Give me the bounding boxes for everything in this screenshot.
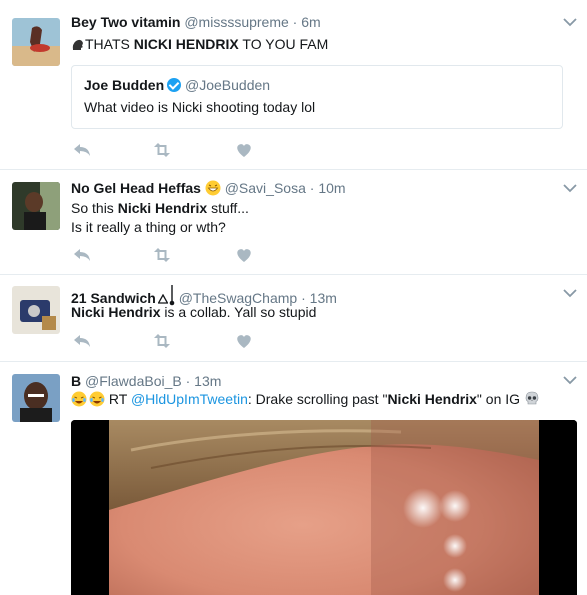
heart-icon[interactable] bbox=[233, 246, 255, 264]
retweet-icon[interactable] bbox=[151, 141, 173, 159]
chevron-down-icon[interactable] bbox=[563, 375, 577, 385]
tweet-text-line: Is it really a thing or wth? bbox=[71, 219, 226, 235]
display-name[interactable]: No Gel Head Heffas bbox=[71, 180, 221, 196]
bold-text: Nicki Hendrix bbox=[71, 304, 161, 320]
chevron-down-icon[interactable] bbox=[563, 288, 577, 298]
tweet-text: RT @HldUpImTweetin: Drake scrolling past… bbox=[71, 390, 540, 409]
quoted-display-name[interactable]: Joe Budden bbox=[84, 77, 164, 93]
tweet-media-video[interactable] bbox=[71, 420, 577, 595]
quoted-username[interactable]: @JoeBudden bbox=[185, 77, 270, 93]
username[interactable]: @missssupreme bbox=[184, 14, 288, 30]
tweet[interactable]: No Gel Head Heffas @Savi_Sosa · 10m So t… bbox=[0, 170, 587, 275]
username[interactable]: @Savi_Sosa bbox=[225, 180, 306, 196]
mention-link[interactable]: @HldUpImTweetin bbox=[131, 391, 248, 407]
warning-triangle-icon bbox=[157, 291, 169, 304]
avatar[interactable] bbox=[12, 182, 60, 230]
tweet-header: Bey Two vitamin @missssupreme · 6m bbox=[71, 14, 321, 30]
reply-icon[interactable] bbox=[71, 246, 93, 264]
heart-icon[interactable] bbox=[233, 141, 255, 159]
tweet-text-line: So this Nicki Hendrix stuff... bbox=[71, 200, 249, 216]
avatar[interactable] bbox=[12, 18, 60, 66]
reply-icon[interactable] bbox=[71, 141, 93, 159]
grinning-emoji-icon bbox=[205, 180, 221, 196]
display-name[interactable]: B bbox=[71, 373, 81, 389]
timestamp[interactable]: 13m bbox=[194, 373, 221, 389]
retweet-icon[interactable] bbox=[151, 246, 173, 264]
display-name[interactable]: Bey Two vitamin bbox=[71, 14, 180, 30]
timestamp[interactable]: 10m bbox=[318, 180, 345, 196]
retweet-icon[interactable] bbox=[151, 332, 173, 350]
bold-text: NICKI HENDRIX bbox=[133, 36, 239, 52]
tweet-text: Nicki Hendrix is a collab. Yall so stupi… bbox=[71, 304, 317, 320]
heart-icon[interactable] bbox=[233, 332, 255, 350]
timestamp[interactable]: 6m bbox=[301, 14, 320, 30]
quoted-tweet[interactable]: Joe Budden @JoeBudden What video is Nick… bbox=[71, 65, 563, 129]
username[interactable]: @FlawdaBoi_B bbox=[85, 373, 182, 389]
separator-dot: · bbox=[181, 373, 195, 389]
quoted-header: Joe Budden @JoeBudden bbox=[84, 77, 270, 93]
speaking-head-emoji-icon bbox=[71, 37, 85, 51]
laughing-emoji-icon bbox=[71, 391, 87, 407]
bold-text: Nicki Hendrix bbox=[387, 391, 477, 407]
video-frame-image bbox=[71, 420, 577, 595]
bold-text: Nicki Hendrix bbox=[117, 200, 208, 216]
tweet-text: So this Nicki Hendrix stuff... Is it rea… bbox=[71, 199, 249, 237]
tweet-header: B @FlawdaBoi_B · 13m bbox=[71, 373, 221, 389]
avatar[interactable] bbox=[12, 286, 60, 334]
chevron-down-icon[interactable] bbox=[563, 17, 577, 27]
separator-dot: · bbox=[305, 180, 319, 196]
avatar[interactable] bbox=[12, 374, 60, 422]
tweet-actions bbox=[71, 332, 271, 350]
skull-emoji-icon bbox=[524, 391, 540, 407]
laughing-emoji-icon bbox=[89, 391, 105, 407]
separator-dot: · bbox=[288, 14, 302, 30]
tweet-text: THATS NICKI HENDRIX TO YOU FAM bbox=[71, 35, 328, 54]
tweet[interactable]: 21 Sandwich @TheSwagChamp · 13m Nicki He… bbox=[0, 275, 587, 362]
tweet-actions bbox=[71, 246, 271, 264]
reply-icon[interactable] bbox=[71, 332, 93, 350]
tweet-header: No Gel Head Heffas @Savi_Sosa · 10m bbox=[71, 180, 346, 196]
tweet-actions bbox=[71, 141, 271, 159]
tweet[interactable]: Bey Two vitamin @missssupreme · 6m THATS… bbox=[0, 0, 587, 170]
verified-badge-icon bbox=[167, 78, 182, 92]
quoted-text: What video is Nicki shooting today lol bbox=[84, 99, 316, 115]
chevron-down-icon[interactable] bbox=[563, 183, 577, 193]
